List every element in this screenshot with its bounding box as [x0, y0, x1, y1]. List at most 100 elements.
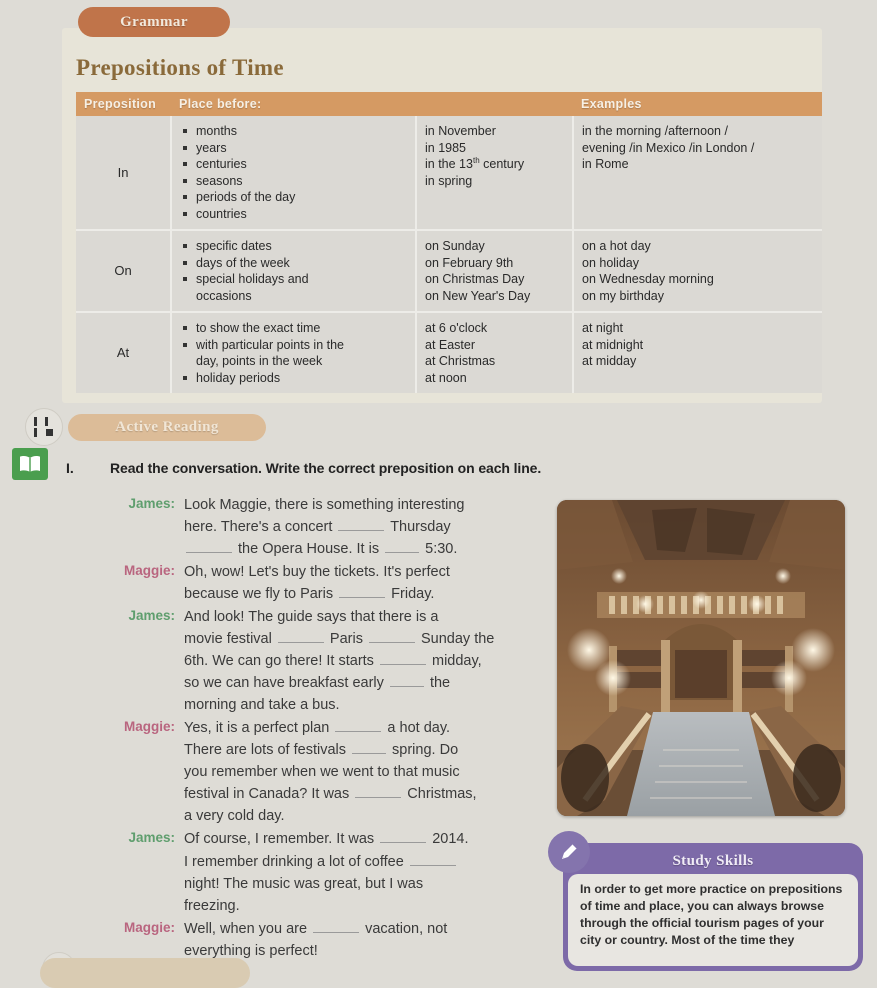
- answer-blank[interactable]: [186, 540, 232, 554]
- answer-blank[interactable]: [338, 518, 385, 532]
- dialogue-line: night! The music was great, but I was: [184, 875, 424, 892]
- examples-column-1: at 6 o'clock at Easter at Christmas at noon: [416, 312, 574, 393]
- grammar-badge: Grammar: [78, 7, 230, 37]
- dialogue-line: morning and take a bus.: [184, 697, 340, 714]
- rule-item: day, points in the week: [196, 354, 323, 368]
- example-line: on Wednesday morning: [582, 272, 714, 286]
- dialogue-line: Look Maggie, there is something interest…: [184, 497, 465, 513]
- table-header-row: Preposition Place before: Examples: [76, 92, 822, 116]
- rule-item: to show the exact time: [180, 320, 407, 337]
- examples-column-2: at night at midnight at midday: [573, 312, 822, 393]
- dialogue-line: so we can have breakfast early the: [184, 674, 451, 692]
- rule-item: specific dates: [180, 238, 407, 255]
- example-line: at Christmas: [425, 354, 496, 368]
- example-line: in the 13th century: [425, 156, 525, 172]
- answer-blank[interactable]: [385, 540, 420, 554]
- bottom-badge-pill: [40, 958, 250, 988]
- prepositions-of-time-table: Preposition Place before: Examples In mon…: [76, 92, 822, 393]
- example-line: evening /in Mexico /in London /: [582, 140, 755, 155]
- dialogue-line: And look! The guide says that there is a: [184, 609, 439, 626]
- dialogue-turn: James: And look! The guide says that ther…: [112, 606, 542, 716]
- dialogue-lines: Oh, wow! Let's buy the tickets. It's per…: [184, 561, 542, 605]
- dialogue-lines: Look Maggie, there is something interest…: [184, 494, 542, 560]
- examples-column-2: in the morning /afternoon / evening /in M…: [573, 116, 822, 231]
- preposition-cell: On: [76, 230, 172, 313]
- answer-blank[interactable]: [335, 719, 382, 733]
- example-line: on my birthday: [582, 288, 664, 303]
- rules-cell: months years centuries seasons periods of th…: [171, 116, 417, 231]
- study-skills-box: Study Skills In order to get more practi…: [548, 831, 863, 971]
- dialogue-line: 6th. We can go there! It starts midday,: [184, 652, 482, 670]
- active-reading-badge: Active Reading: [68, 414, 266, 441]
- rule-item: days of the week: [180, 255, 407, 272]
- answer-blank[interactable]: [355, 785, 402, 799]
- answer-blank[interactable]: [389, 674, 424, 688]
- example-line: in November: [425, 124, 496, 138]
- rule-item: periods of the day: [180, 189, 407, 206]
- speaker-label: James:: [128, 608, 175, 624]
- qr-code-glyph: [34, 417, 54, 437]
- speaker-label: James:: [128, 496, 175, 511]
- answer-blank[interactable]: [368, 630, 415, 644]
- answer-blank[interactable]: [409, 853, 456, 866]
- preposition-cell: At: [76, 312, 172, 393]
- examples-column-1: in November in 1985 in the 13th century in …: [416, 116, 574, 231]
- dialogue-line: I remember drinking a lot of coffee: [184, 851, 542, 873]
- example-line: in the morning /afternoon /: [582, 124, 728, 138]
- preposition-cell: In: [76, 116, 172, 231]
- table-body: In months years centuries seasons periods of …: [76, 116, 822, 393]
- answer-blank[interactable]: [339, 585, 386, 599]
- rule-item: seasons: [180, 173, 407, 190]
- dialogue-line: here. There's a concert Thursday: [184, 518, 451, 536]
- example-line: in 1985: [425, 140, 467, 155]
- table-row: In months years centuries seasons periods of …: [76, 116, 822, 231]
- example-line: at midday: [582, 354, 637, 368]
- rules-cell: to show the exact time with particular po…: [171, 312, 417, 393]
- answer-blank[interactable]: [379, 652, 426, 666]
- rule-item: months: [180, 123, 407, 140]
- dialogue-line: the Opera House. It is 5:30.: [184, 538, 542, 560]
- dialogue-turn: Maggie: Yes, it is a perfect plan a hot d…: [112, 717, 542, 827]
- answer-blank[interactable]: [277, 630, 324, 644]
- task-instruction: Read the conversation. Write the correct…: [110, 460, 542, 476]
- rule-item: with particular points in the: [180, 337, 407, 354]
- answer-blank[interactable]: [380, 830, 427, 844]
- column-header-examples: Examples: [573, 92, 822, 116]
- study-skills-title: Study Skills: [672, 852, 754, 869]
- study-skills-body: In order to get more practice on preposi…: [568, 874, 858, 966]
- qr-code-icon[interactable]: [25, 408, 63, 446]
- rule-item: occasions: [196, 288, 252, 303]
- example-line: at night: [582, 321, 624, 335]
- task-number: I.: [66, 460, 74, 476]
- dialogue-line: freezing.: [184, 897, 240, 914]
- speaker-label: Maggie:: [123, 919, 175, 935]
- opera-house-photo: [557, 500, 845, 816]
- dialogue-line: because we fly to Paris Friday.: [184, 585, 435, 603]
- example-line: on February 9th: [425, 255, 514, 270]
- rule-item: countries: [180, 206, 407, 223]
- dialogue-line: There are lots of festivals spring. Do: [184, 741, 459, 759]
- example-line: on holiday: [582, 255, 639, 270]
- rule-item: holiday periods: [180, 370, 407, 387]
- example-line: on a hot day: [582, 239, 651, 253]
- example-line: at noon: [425, 370, 467, 385]
- page-title: Prepositions of Time: [76, 55, 284, 80]
- pencil-icon: [548, 831, 590, 873]
- example-line: at 6 o'clock: [425, 321, 488, 335]
- example-line: on Sunday: [425, 239, 485, 253]
- rules-cell: specific dates days of the week special ho…: [171, 230, 417, 313]
- speaker-label: James:: [128, 830, 175, 846]
- dialogue-turn: James: Look Maggie, there is something in…: [112, 494, 542, 560]
- speaker-label: Maggie:: [123, 563, 175, 579]
- dialogue-line: Yes, it is a perfect plan a hot day.: [184, 719, 451, 737]
- open-book-icon: [12, 448, 48, 480]
- dialogue-turn: James: Of course, I remember. It was 2014…: [112, 828, 542, 916]
- example-line: at midnight: [582, 337, 644, 352]
- answer-blank[interactable]: [313, 920, 360, 933]
- speaker-label: Maggie:: [123, 719, 175, 735]
- dialogue-line: festival in Canada? It was Christmas,: [184, 785, 477, 803]
- example-line: in Rome: [582, 157, 629, 171]
- column-header-spacer: [416, 92, 573, 116]
- answer-blank[interactable]: [352, 741, 387, 755]
- conversation-text: James: Look Maggie, there is something in…: [112, 494, 542, 963]
